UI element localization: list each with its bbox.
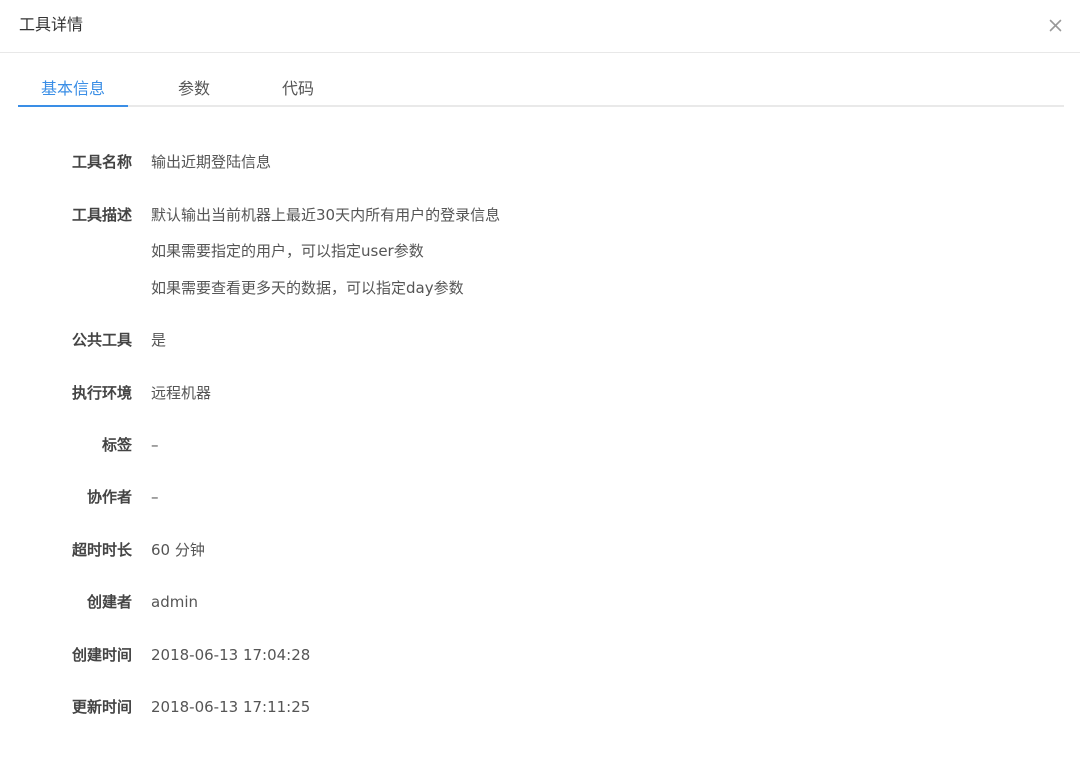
close-button[interactable] bbox=[1044, 14, 1066, 36]
tab-params[interactable]: 参数 bbox=[176, 78, 212, 100]
field-label-timeout: 超时时长 bbox=[71, 541, 132, 559]
field-label-collaborators: 协作者 bbox=[86, 488, 132, 506]
field-value-collaborators: – bbox=[151, 488, 159, 506]
field-value-public: 是 bbox=[151, 331, 167, 349]
field-label-environment: 执行环境 bbox=[71, 384, 132, 402]
tab-bar: 基本信息 参数 代码 bbox=[18, 72, 1064, 107]
description-line: 默认输出当前机器上最近30天内所有用户的登录信息 bbox=[151, 206, 501, 224]
field-value-timeout: 60 分钟 bbox=[151, 541, 205, 559]
field-label-name: 工具名称 bbox=[71, 153, 132, 171]
field-label-creator: 创建者 bbox=[86, 593, 132, 611]
description-line: 如果需要查看更多天的数据，可以指定day参数 bbox=[151, 279, 464, 297]
tab-code[interactable]: 代码 bbox=[280, 78, 316, 100]
field-label-updated-at: 更新时间 bbox=[71, 698, 132, 716]
field-label-public: 公共工具 bbox=[71, 331, 132, 349]
dialog-header: 工具详情 bbox=[0, 0, 1080, 53]
active-tab-indicator bbox=[18, 105, 128, 107]
field-value-updated-at: 2018-06-13 17:11:25 bbox=[151, 698, 311, 716]
field-value-name: 输出近期登陆信息 bbox=[151, 153, 272, 171]
field-value-environment: 远程机器 bbox=[151, 384, 212, 402]
tool-detail-dialog: 工具详情 基本信息 参数 代码 工具名称 输出近期登陆信息 工具描述 默认输出当… bbox=[0, 0, 1080, 758]
tab-basic-info[interactable]: 基本信息 bbox=[40, 78, 106, 100]
field-value-tags: – bbox=[151, 436, 159, 454]
field-value-creator: admin bbox=[151, 593, 198, 611]
close-icon bbox=[1049, 19, 1061, 31]
field-label-tags: 标签 bbox=[101, 436, 132, 454]
field-value-created-at: 2018-06-13 17:04:28 bbox=[151, 646, 311, 664]
field-label-description: 工具描述 bbox=[71, 206, 132, 224]
description-line: 如果需要指定的用户，可以指定user参数 bbox=[151, 242, 424, 260]
dialog-title: 工具详情 bbox=[19, 15, 84, 34]
field-label-created-at: 创建时间 bbox=[71, 646, 132, 664]
